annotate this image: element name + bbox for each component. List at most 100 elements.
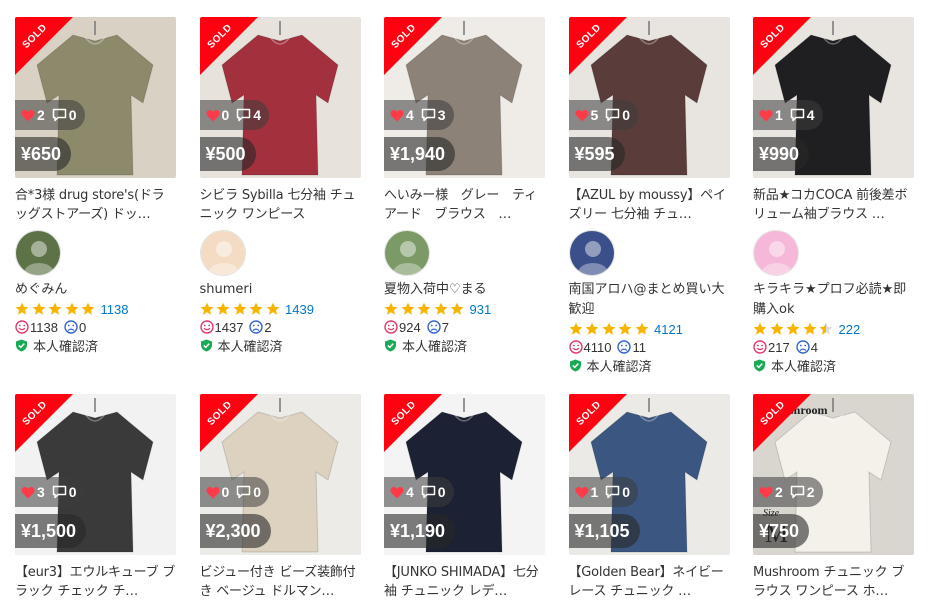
verified-label: 本人確認済 (771, 359, 837, 375)
rating-count-link[interactable]: 4121 (654, 322, 683, 337)
star-icon (753, 322, 767, 335)
product-card[interactable]: SOLD 3 0 ¥1,500 【eur3】エウルキューブ ブラック チェック チ… (15, 394, 176, 601)
shield-check-icon (16, 339, 27, 351)
price-tag: ¥1,105 (568, 514, 640, 548)
seller-name[interactable]: めぐみん (15, 280, 176, 300)
product-card[interactable]: SOLD 5 0 ¥595 【AZUL by moussy】ペイズリー 七分袖 チュ… 南… (568, 17, 730, 375)
product-title[interactable]: 【Golden Bear】ネイビー レース チュニック … (569, 563, 730, 601)
shield-check-icon (754, 359, 765, 371)
product-thumbnail[interactable]: SOLD 1 0 ¥1,105 (568, 394, 730, 555)
heart-icon (759, 109, 773, 121)
product-thumbnail[interactable]: SOLD 4 3 ¥1,940 (384, 17, 545, 178)
product-thumbnail[interactable]: MushroomSizeMSOLD22¥750 (753, 394, 914, 555)
product-thumbnail[interactable]: SOLD 0 0 ¥2,300 (199, 394, 361, 555)
seller-avatar[interactable] (384, 230, 430, 276)
comment-count: 4 (806, 107, 815, 123)
product-thumbnail[interactable]: SOLD 2 0 ¥650 (15, 17, 176, 178)
like-count: 2 (775, 484, 783, 500)
comment-icon (52, 108, 67, 122)
seller-avatar[interactable] (199, 230, 246, 276)
star-icon (249, 302, 263, 315)
engagement-counts: 00 (199, 477, 270, 507)
product-card[interactable]: SOLD 4 3 ¥1,940 へいみー様 グレー ティアード ブラウス … 夏物入荷中♡… (384, 17, 545, 355)
product-card[interactable]: SOLD 0 0 ¥2,300 ビジュー付き ビーズ装飾付き ベージュ ドルマン… (199, 394, 361, 601)
product-title[interactable]: 【eur3】エウルキューブ ブラック チェック チ… (15, 563, 176, 601)
product-card[interactable]: SOLD 0 4 ¥500 シビラ Sybilla 七分袖 チュニック ワンピース shu… (199, 17, 361, 355)
like-count: 1 (590, 484, 599, 500)
product-title[interactable]: 【JUNKO SHIMADA】七分袖 チュニック レデ… (384, 563, 545, 601)
product-card[interactable]: SOLD 1 0 ¥1,105 【Golden Bear】ネイビー レース チュニック … (568, 394, 730, 601)
rating-count-link[interactable]: 931 (470, 302, 492, 317)
seller-evaluations: 4110 11 (568, 338, 730, 356)
heart-icon (390, 109, 404, 121)
star-icon (32, 302, 45, 315)
verified-badge: 本人確認済 (753, 356, 914, 375)
price-tag: ¥1,190 (384, 514, 456, 548)
comment-icon (606, 485, 620, 499)
price-tag: ¥1,940 (384, 137, 456, 171)
good-face-icon (384, 320, 398, 334)
product-thumbnail[interactable]: SOLD 0 4 ¥500 (199, 17, 361, 178)
heart-icon (574, 109, 589, 121)
star-icon (48, 302, 62, 315)
product-thumbnail[interactable]: SOLD 1 4 ¥990 (753, 17, 914, 178)
product-title[interactable]: 合*3様 drug store's(ドラッグストアーズ) ドッ… (15, 186, 176, 224)
engagement-counts: 22 (753, 477, 823, 507)
comment-icon (606, 108, 620, 122)
price-tag: ¥750 (753, 514, 810, 548)
product-thumbnail[interactable]: SOLD 4 0 ¥1,190 (384, 394, 545, 555)
good-face-icon (199, 320, 214, 334)
bad-count: 7 (441, 319, 449, 335)
seller-avatar[interactable] (753, 230, 799, 276)
sold-badge: SOLD (568, 394, 627, 452)
product-card[interactable]: SOLD 2 0 ¥650 合*3様 drug store's(ドラッグストアーズ) ド… (15, 17, 176, 355)
seller-avatar[interactable] (15, 230, 61, 276)
bad-count: 2 (264, 319, 272, 335)
like-count: 4 (406, 107, 414, 123)
seller-name[interactable]: shumeri (200, 280, 361, 300)
comment-count: 0 (622, 107, 631, 123)
product-thumbnail[interactable]: SOLD 5 0 ¥595 (568, 17, 730, 178)
product-title[interactable]: Mushroom チュニック ブラウス ワンピース ホ… (753, 563, 914, 601)
heart-icon (759, 486, 773, 498)
like-count: 5 (590, 107, 599, 123)
bad-face-icon (64, 320, 78, 334)
comment-count: 0 (622, 484, 631, 500)
seller-name[interactable]: キラキラ★プロフ必読★即購入ok (753, 280, 914, 320)
rating-count-link[interactable]: 1439 (285, 302, 314, 317)
seller-name[interactable]: 夏物入荷中♡まる (384, 280, 545, 300)
sold-badge: SOLD (199, 17, 258, 75)
product-card[interactable]: MushroomSizeMSOLD22¥750Mushroom チュニック ブラ… (753, 394, 914, 601)
good-face-icon (15, 320, 29, 334)
product-card[interactable]: SOLD 4 0 ¥1,190 【JUNKO SHIMADA】七分袖 チュニック レデ… (384, 394, 545, 601)
seller-name[interactable]: 南国アロハ@まとめ買い大歓迎 (569, 280, 730, 320)
comment-icon (237, 108, 251, 122)
star-icon (618, 322, 632, 335)
comment-count: 3 (437, 107, 446, 123)
verified-label: 本人確認済 (217, 339, 283, 355)
star-icon (786, 322, 800, 335)
product-title[interactable]: 新品★コカCOCA 前後差ボリューム袖ブラウス … (753, 186, 914, 224)
product-card[interactable]: SOLD 1 4 ¥990 新品★コカCOCA 前後差ボリューム袖ブラウス … キラキラ★… (753, 17, 914, 375)
product-title[interactable]: 【AZUL by moussy】ペイズリー 七分袖 チュ… (569, 186, 730, 224)
star-icon (81, 302, 95, 315)
rating-count-link[interactable]: 222 (839, 322, 861, 337)
seller-rating: 4121 (569, 320, 730, 338)
shield-check-icon (569, 359, 581, 371)
heart-icon (574, 486, 589, 498)
heart-icon (21, 486, 35, 498)
product-title[interactable]: ビジュー付き ビーズ装飾付き ベージュ ドルマン… (200, 563, 361, 601)
good-face-icon (568, 340, 583, 354)
like-count: 4 (406, 484, 414, 500)
good-face-icon (753, 340, 767, 354)
comment-icon (237, 485, 251, 499)
product-title[interactable]: へいみー様 グレー ティアード ブラウス … (384, 186, 545, 224)
star-icon (585, 322, 599, 335)
heart-icon (21, 109, 35, 121)
product-thumbnail[interactable]: SOLD 3 0 ¥1,500 (15, 394, 176, 555)
verified-badge: 本人確認済 (384, 336, 545, 355)
seller-avatar[interactable] (568, 230, 615, 276)
product-title[interactable]: シビラ Sybilla 七分袖 チュニック ワンピース (200, 186, 361, 224)
rating-count-link[interactable]: 1138 (101, 302, 129, 317)
sold-badge: SOLD (753, 394, 811, 452)
